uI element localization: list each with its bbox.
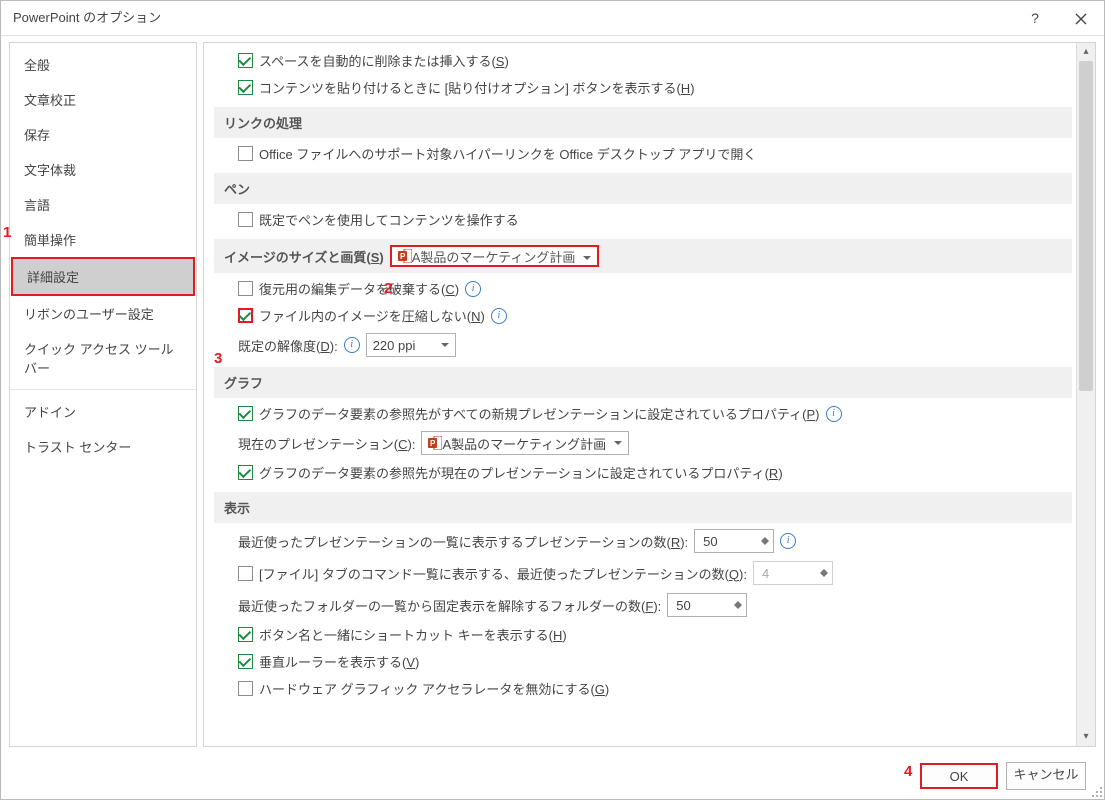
sidebar-item-save[interactable]: 保存 xyxy=(10,117,196,152)
spinner-unpin-count[interactable]: 50 xyxy=(667,593,747,617)
label-paste-options: コンテンツを貼り付けるときに [貼り付けオプション] ボタンを表示する(H) xyxy=(259,78,695,97)
label-graph-cur: グラフのデータ要素の参照先が現在のプレゼンテーションに設定されているプロパティ(… xyxy=(259,463,783,482)
sidebar-item-typography[interactable]: 文字体裁 xyxy=(10,152,196,187)
checkbox-pen-default[interactable] xyxy=(238,212,253,227)
checkbox-paste-options[interactable] xyxy=(238,80,253,95)
row-qat-count: [ファイル] タブのコマンド一覧に表示する、最近使ったプレゼンテーションの数(Q… xyxy=(228,557,1072,589)
svg-text:P: P xyxy=(400,252,406,261)
label-office-hyperlink: Office ファイルへのサポート対象ハイパーリンクを Office デスクトッ… xyxy=(259,144,756,163)
label-unpin-count: 最近使ったフォルダーの一覧から固定表示を解除するフォルダーの数(F): xyxy=(238,596,661,615)
help-button[interactable]: ? xyxy=(1012,1,1058,35)
sidebar-item-qat[interactable]: クイック アクセス ツール バー xyxy=(10,331,196,385)
checkbox-office-hyperlink[interactable] xyxy=(238,146,253,161)
sidebar-item-proofing[interactable]: 文章校正 xyxy=(10,82,196,117)
checkbox-discard-edit[interactable] xyxy=(238,281,253,296)
powerpoint-icon: P xyxy=(428,436,442,450)
scroll-up-icon[interactable]: ▴ xyxy=(1077,43,1095,61)
row-no-compress: ファイル内のイメージを圧縮しない(N) i xyxy=(228,302,1072,329)
close-button[interactable] xyxy=(1058,1,1104,35)
row-paste-options: コンテンツを貼り付けるときに [貼り付けオプション] ボタンを表示する(H) xyxy=(228,74,1072,101)
sidebar-item-advanced[interactable]: 詳細設定 xyxy=(11,257,195,296)
checkbox-graph-cur[interactable] xyxy=(238,465,253,480)
row-disable-hw: ハードウェア グラフィック アクセラレータを無効にする(G) xyxy=(228,675,1072,702)
dropdown-current-pres-value: A製品のマーケティング計画 xyxy=(442,434,606,453)
row-current-pres: 現在のプレゼンテーション(C): P A製品のマーケティング計画 xyxy=(228,427,1072,459)
label-show-ruler: 垂直ルーラーを表示する(V) xyxy=(259,652,419,671)
section-graph: グラフ xyxy=(214,367,1072,398)
spinner-qat-count: 4 xyxy=(753,561,833,585)
vertical-scrollbar[interactable]: ▴ ▾ xyxy=(1076,43,1095,746)
sidebar-item-addins[interactable]: アドイン xyxy=(10,394,196,429)
label-disable-hw: ハードウェア グラフィック アクセラレータを無効にする(G) xyxy=(259,679,609,698)
info-icon[interactable]: i xyxy=(780,533,796,549)
dropdown-current-pres[interactable]: P A製品のマーケティング計画 xyxy=(421,431,629,455)
row-unpin-count: 最近使ったフォルダーの一覧から固定表示を解除するフォルダーの数(F): 50 xyxy=(228,589,1072,621)
window-title: PowerPoint のオプション xyxy=(13,10,161,25)
section-display: 表示 xyxy=(214,492,1072,523)
sidebar-item-accessibility[interactable]: 簡単操作 xyxy=(10,222,196,257)
row-auto-space: スペースを自動的に削除または挿入する(S) xyxy=(228,47,1072,74)
label-graph-new: グラフのデータ要素の参照先がすべての新規プレゼンテーションに設定されているプロパ… xyxy=(259,404,820,423)
row-default-res: 既定の解像度(D): i 220 ppi xyxy=(228,329,1072,361)
titlebar: PowerPoint のオプション ? xyxy=(1,1,1104,36)
dropdown-default-res[interactable]: 220 ppi xyxy=(366,333,456,357)
checkbox-show-ruler[interactable] xyxy=(238,654,253,669)
svg-text:P: P xyxy=(430,439,436,448)
info-icon[interactable]: i xyxy=(465,281,481,297)
label-pen-default: 既定でペンを使用してコンテンツを操作する xyxy=(259,210,519,229)
checkbox-disable-hw[interactable] xyxy=(238,681,253,696)
section-pen: ペン xyxy=(214,173,1072,204)
dropdown-image-target[interactable]: P A製品のマーケティング計画 xyxy=(390,245,600,267)
checkbox-graph-new[interactable] xyxy=(238,406,253,421)
sidebar-item-general[interactable]: 全般 xyxy=(10,47,196,82)
label-show-shortcut: ボタン名と一緒にショートカット キーを表示する(H) xyxy=(259,625,567,644)
sidebar-item-ribbon[interactable]: リボンのユーザー設定 xyxy=(10,296,196,331)
label-auto-space: スペースを自動的に削除または挿入する(S) xyxy=(259,51,509,70)
section-image-label: イメージのサイズと画質(S) xyxy=(224,247,384,266)
label-no-compress: ファイル内のイメージを圧縮しない(N) xyxy=(259,306,485,325)
dropdown-image-target-value: A製品のマーケティング計画 xyxy=(412,247,576,266)
category-sidebar: 全般 文章校正 保存 文字体裁 言語 簡単操作 詳細設定 リボンのユーザー設定 … xyxy=(9,42,197,747)
scroll-thumb[interactable] xyxy=(1079,61,1093,391)
ok-button[interactable]: OK xyxy=(920,763,998,789)
info-icon[interactable]: i xyxy=(491,308,507,324)
section-image: イメージのサイズと画質(S) P A製品のマーケティング計画 xyxy=(214,239,1072,273)
sidebar-item-language[interactable]: 言語 xyxy=(10,187,196,222)
checkbox-no-compress[interactable] xyxy=(238,308,253,323)
scroll-down-icon[interactable]: ▾ xyxy=(1077,728,1095,746)
powerpoint-icon: P xyxy=(398,249,412,263)
content-wrap: スペースを自動的に削除または挿入する(S) コンテンツを貼り付けるときに [貼り… xyxy=(203,42,1096,747)
label-discard-edit: 復元用の編集データを破棄する(C) xyxy=(259,279,459,298)
row-graph-cur: グラフのデータ要素の参照先が現在のプレゼンテーションに設定されているプロパティ(… xyxy=(228,459,1072,486)
spinner-recent-count[interactable]: 50 xyxy=(694,529,774,553)
label-default-res: 既定の解像度(D): xyxy=(238,336,338,355)
dialog-body: 全般 文章校正 保存 文字体裁 言語 簡単操作 詳細設定 リボンのユーザー設定 … xyxy=(1,36,1104,753)
info-icon[interactable]: i xyxy=(826,406,842,422)
row-discard-edit: 復元用の編集データを破棄する(C) i xyxy=(228,275,1072,302)
label-current-pres: 現在のプレゼンテーション(C): xyxy=(238,434,415,453)
checkbox-show-shortcut[interactable] xyxy=(238,627,253,642)
cancel-button[interactable]: キャンセル xyxy=(1006,762,1086,790)
options-dialog: PowerPoint のオプション ? 全般 文章校正 保存 文字体裁 言語 簡… xyxy=(0,0,1105,800)
label-qat-count: [ファイル] タブのコマンド一覧に表示する、最近使ったプレゼンテーションの数(Q… xyxy=(259,564,747,583)
section-link: リンクの処理 xyxy=(214,107,1072,138)
row-graph-new: グラフのデータ要素の参照先がすべての新規プレゼンテーションに設定されているプロパ… xyxy=(228,400,1072,427)
info-icon[interactable]: i xyxy=(344,337,360,353)
row-pen-default: 既定でペンを使用してコンテンツを操作する xyxy=(228,206,1072,233)
checkbox-auto-space[interactable] xyxy=(238,53,253,68)
checkbox-qat-count[interactable] xyxy=(238,566,253,581)
row-recent-count: 最近使ったプレゼンテーションの一覧に表示するプレゼンテーションの数(R): 50… xyxy=(228,525,1072,557)
row-show-shortcut: ボタン名と一緒にショートカット キーを表示する(H) xyxy=(228,621,1072,648)
options-content: スペースを自動的に削除または挿入する(S) コンテンツを貼り付けるときに [貼り… xyxy=(204,43,1076,746)
row-show-ruler: 垂直ルーラーを表示する(V) xyxy=(228,648,1072,675)
dialog-footer: OK キャンセル xyxy=(1,753,1104,799)
sidebar-item-trust[interactable]: トラスト センター xyxy=(10,429,196,464)
row-office-hyperlink: Office ファイルへのサポート対象ハイパーリンクを Office デスクトッ… xyxy=(228,140,1072,167)
label-recent-count: 最近使ったプレゼンテーションの一覧に表示するプレゼンテーションの数(R): xyxy=(238,532,688,551)
resize-grip-icon[interactable] xyxy=(1090,785,1102,797)
